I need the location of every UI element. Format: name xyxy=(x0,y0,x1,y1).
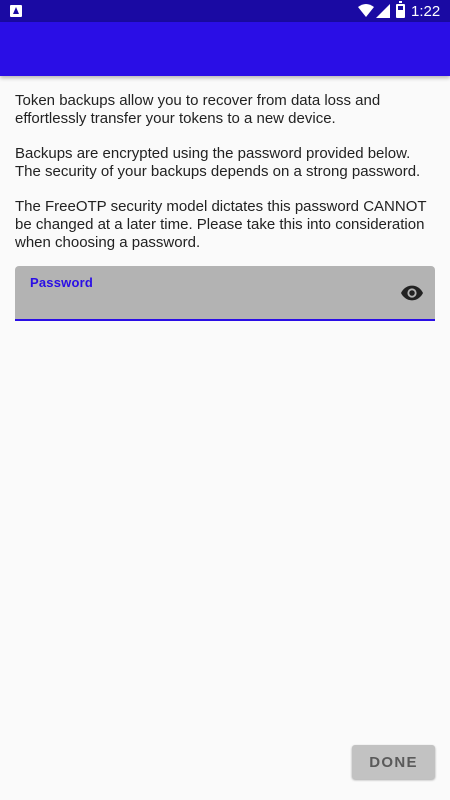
wifi-icon xyxy=(358,4,374,17)
status-bar: 1:22 xyxy=(0,0,450,22)
backup-description: Token backups allow you to recover from … xyxy=(15,92,437,269)
description-paragraph-warning: The FreeOTP security model dictates this… xyxy=(15,198,427,251)
description-paragraph-encryption: Backups are encrypted using the password… xyxy=(15,145,421,180)
status-time: 1:22 xyxy=(411,3,441,20)
app-notification-icon xyxy=(10,5,22,17)
cell-signal-icon xyxy=(376,4,390,18)
battery-icon xyxy=(396,1,405,18)
eye-icon[interactable] xyxy=(401,284,423,302)
description-paragraph-data-loss: Token backups allow you to recover from … xyxy=(15,92,381,127)
password-label: Password xyxy=(30,275,94,290)
password-input[interactable] xyxy=(30,294,390,314)
done-button[interactable]: DONE xyxy=(352,745,435,779)
password-field[interactable]: Password xyxy=(15,266,435,321)
app-bar xyxy=(0,22,450,76)
